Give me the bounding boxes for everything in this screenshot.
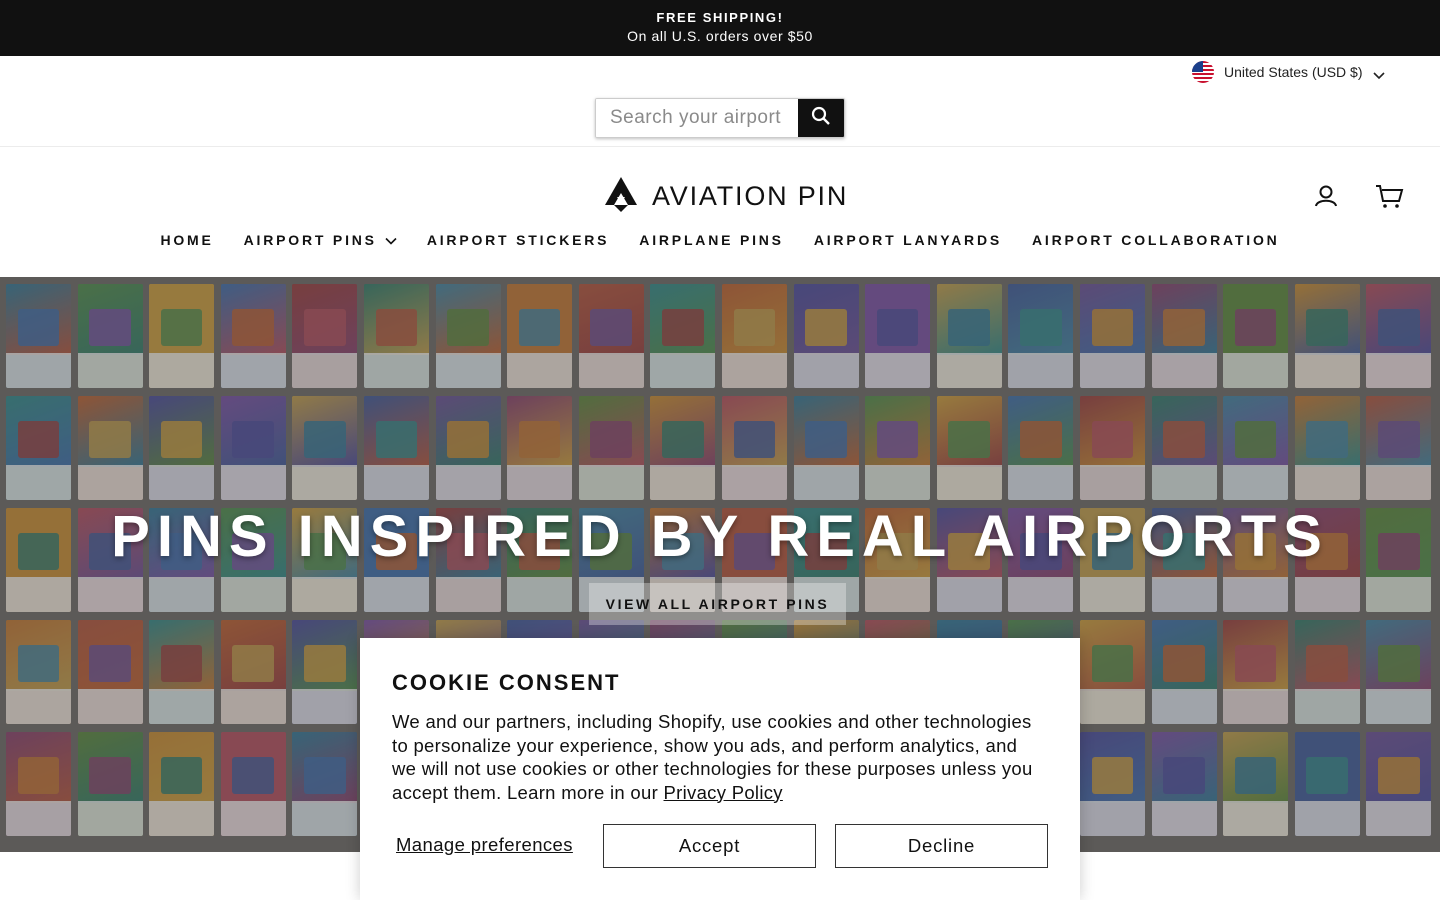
nav-item-label: AIRPORT COLLABORATION xyxy=(1032,232,1280,248)
search-button[interactable] xyxy=(798,99,844,137)
chevron-down-icon xyxy=(1372,67,1385,80)
cookie-title: COOKIE CONSENT xyxy=(392,670,621,695)
nav-item-label: AIRPORT PINS xyxy=(243,232,377,248)
nav-item-label: AIRPORT STICKERS xyxy=(426,232,610,248)
currency-label: United States (USD $) xyxy=(1224,64,1363,80)
announcement-subtitle: On all U.S. orders over $50 xyxy=(627,28,813,44)
announcement-bar: FREE SHIPPING! On all U.S. orders over $… xyxy=(0,0,1440,56)
cookie-consent-dialog: COOKIE CONSENT We and our partners, incl… xyxy=(360,638,1080,900)
cookie-body: We and our partners, including Shopify, … xyxy=(392,710,1044,804)
us-flag-icon xyxy=(1192,61,1214,83)
brand-logo[interactable]: AVIATION PIN xyxy=(604,176,848,216)
nav-item-airplane-pins[interactable]: AIRPLANE PINS xyxy=(624,232,799,248)
chevron-down-icon xyxy=(385,232,397,248)
nav-item-label: HOME xyxy=(160,232,214,248)
nav-item-label: AIRPLANE PINS xyxy=(639,232,784,248)
nav-item-airport-collaboration[interactable]: AIRPORT COLLABORATION xyxy=(1017,232,1295,248)
decline-button[interactable]: Decline xyxy=(835,824,1048,868)
search-icon xyxy=(811,106,831,131)
accept-button[interactable]: Accept xyxy=(603,824,816,868)
announcement-title: FREE SHIPPING! xyxy=(656,10,784,25)
brand-name: AVIATION PIN xyxy=(652,180,849,211)
nav-item-label: AIRPORT LANYARDS xyxy=(813,232,1003,248)
header-actions xyxy=(1312,182,1404,215)
manage-preferences-link[interactable]: Manage preferences xyxy=(396,834,573,856)
currency-selector[interactable]: United States (USD $) xyxy=(1192,60,1385,84)
nav-item-airport-pins[interactable]: AIRPORT PINS xyxy=(229,232,412,248)
hero-title: PINS INSPIRED BY REAL AIRPORTS xyxy=(111,504,1329,569)
logo-mark-icon xyxy=(604,175,638,218)
view-all-airport-pins-button[interactable]: VIEW ALL AIRPORT PINS xyxy=(589,583,846,625)
nav-item-airport-lanyards[interactable]: AIRPORT LANYARDS xyxy=(799,232,1017,248)
cart-icon[interactable] xyxy=(1374,182,1404,215)
main-nav: HOME AIRPORT PINS AIRPORT STICKERS AIRPL… xyxy=(0,232,1440,248)
privacy-policy-link[interactable]: Privacy Policy xyxy=(664,782,783,803)
account-icon[interactable] xyxy=(1312,182,1340,215)
nav-item-home[interactable]: HOME xyxy=(145,232,228,248)
search-input[interactable] xyxy=(596,99,798,137)
cookie-actions: Manage preferences Accept Decline xyxy=(392,824,1048,868)
header-divider xyxy=(0,146,1440,147)
airport-search xyxy=(595,98,845,138)
nav-item-airport-stickers[interactable]: AIRPORT STICKERS xyxy=(412,232,624,248)
